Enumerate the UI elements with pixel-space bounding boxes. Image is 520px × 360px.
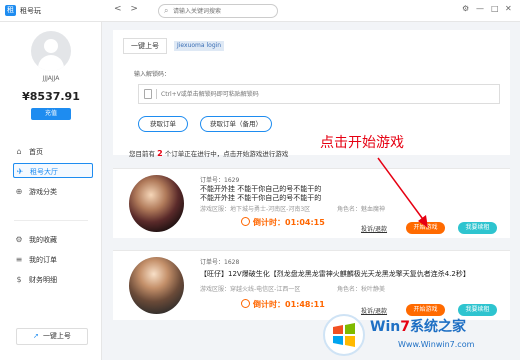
unlock-code-input[interactable] xyxy=(161,88,491,100)
main-area: 一键上号 Jiexuoma login 输入解锁码： 获取订单 获取订单（备用）… xyxy=(103,22,520,360)
watermark-url: Www.Winwin7.com xyxy=(398,340,475,349)
sidebar-item-home[interactable]: ⌂ 首页 xyxy=(13,144,93,159)
home-icon: ⌂ xyxy=(16,147,22,156)
clock-icon xyxy=(241,299,250,308)
orders-icon: ≡ xyxy=(15,255,23,264)
get-order-backup-button[interactable]: 获取订单（备用） xyxy=(200,116,272,132)
start-game-button[interactable]: 开始游戏 xyxy=(406,222,445,234)
annotation-text: 点击开始游戏 xyxy=(320,135,404,151)
sidebar-item-orders[interactable]: ≡ 我的订单 xyxy=(13,252,93,267)
sidebar-item-lobby[interactable]: ✈ 租号大厅 xyxy=(13,163,93,178)
order-region: 游戏区服：穿越火线-电信区-江西一区 xyxy=(200,286,301,293)
search-box[interactable]: ⌕ xyxy=(158,4,278,18)
code-label: 输入解锁码： xyxy=(134,71,171,78)
countdown: 倒计时：01:04:15 xyxy=(241,217,325,228)
order-card: 订单号：1628 【旺仔】12V爆破生化【烈龙盘龙黑龙雷神火麒麟极光天龙黑龙擎天… xyxy=(113,250,510,320)
balance: ¥8537.91 xyxy=(22,90,80,103)
divider xyxy=(14,220,88,221)
tab-onekey-login[interactable]: 一键上号 xyxy=(123,38,167,54)
countdown: 倒计时：01:48:11 xyxy=(241,299,325,310)
title-bar: 租 租号玩 < > ⌕ ⚙ — □ ✕ xyxy=(0,0,520,22)
order-number: 订单号：1629 xyxy=(200,177,240,184)
clipboard-icon xyxy=(144,89,152,99)
sidebar-item-finance[interactable]: $ 财务明细 xyxy=(13,272,93,287)
rocket-icon: ➚ xyxy=(33,332,39,340)
order-summary: 您目前有 2 个订单正在进行中，点击开始游戏进行游戏 xyxy=(129,149,289,158)
sidebar-item-category[interactable]: ⊕ 游戏分类 xyxy=(13,184,93,199)
minimize-icon[interactable]: — xyxy=(476,4,484,13)
nav-arrows[interactable]: < > xyxy=(114,4,141,14)
order-region: 游戏区服：地下城与勇士-河南区-河南3区 xyxy=(200,206,311,213)
search-input[interactable] xyxy=(173,6,273,16)
app-logo-icon: 租 xyxy=(5,5,16,16)
unlock-code-field[interactable] xyxy=(138,84,500,104)
app-name: 租号玩 xyxy=(20,7,41,15)
search-icon: ⌕ xyxy=(164,6,169,15)
onekey-login-button[interactable]: ➚ 一键上号 xyxy=(16,328,88,345)
category-icon: ⊕ xyxy=(15,187,23,196)
watermark-logo xyxy=(323,314,365,356)
finance-icon: $ xyxy=(16,275,22,284)
settings-icon[interactable]: ⚙ xyxy=(462,4,469,13)
avatar[interactable] xyxy=(31,31,71,71)
complain-refund-link[interactable]: 投诉/退款 xyxy=(361,224,387,233)
sidebar-item-favorites[interactable]: ⚙ 我的收藏 xyxy=(13,232,93,247)
maximize-icon[interactable]: □ xyxy=(491,4,499,13)
game-image xyxy=(129,175,184,232)
favorite-icon: ⚙ xyxy=(15,235,23,244)
clock-icon xyxy=(241,217,250,226)
close-icon[interactable]: ✕ xyxy=(505,4,512,13)
order-title-line2: 不能开外挂 不能干你自己的号不能干的 xyxy=(200,194,322,202)
order-number: 订单号：1628 xyxy=(200,259,240,266)
order-title: 【旺仔】12V爆破生化【烈龙盘龙黑龙雷神火麒麟极光天龙黑龙擎天复仇者连杀4.2秒… xyxy=(200,270,470,278)
login-card: 一键上号 Jiexuoma login 输入解锁码： 获取订单 获取订单（备用） xyxy=(113,30,510,155)
sidebar: JJJAJJA ¥8537.91 充值 ⌂ 首页 ✈ 租号大厅 ⊕ 游戏分类 ⚙ 我的收… xyxy=(0,22,102,360)
tab-subtitle: Jiexuoma login xyxy=(174,41,225,51)
order-role: 角色名：秋叶静美 xyxy=(337,286,386,293)
game-image xyxy=(129,257,184,314)
recharge-button[interactable]: 充值 xyxy=(31,108,71,120)
lobby-icon: ✈ xyxy=(16,167,24,176)
renew-button[interactable]: 我要续租 xyxy=(458,304,497,316)
get-order-button[interactable]: 获取订单 xyxy=(138,116,188,132)
order-card: 订单号：1629 不能开外挂 不能干你自己的号不能干的 不能开外挂 不能干你自己… xyxy=(113,168,510,238)
start-game-button[interactable]: 开始游戏 xyxy=(406,304,445,316)
watermark-brand: Win7系统之家 xyxy=(370,319,466,335)
renew-button[interactable]: 我要续租 xyxy=(458,222,497,234)
order-role: 角色名：魅血魔神 xyxy=(337,206,386,213)
username: JJJAJJA xyxy=(42,75,60,82)
